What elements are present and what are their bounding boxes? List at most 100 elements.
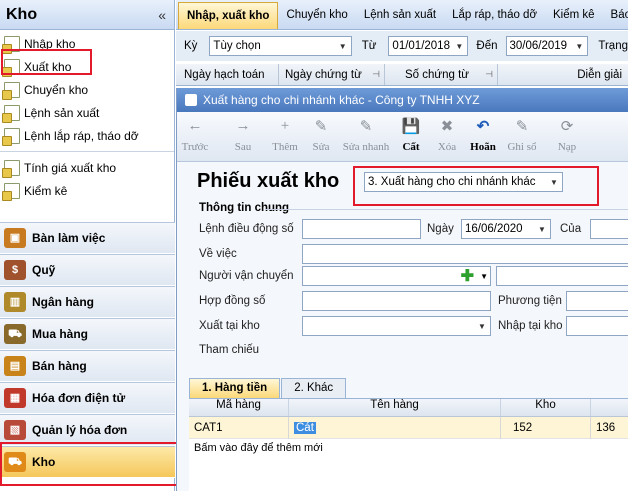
- tu-date[interactable]: 01/01/2018 ▼: [388, 36, 469, 56]
- sidebar-item-tinh-gia[interactable]: Tính giá xuất kho: [0, 156, 174, 179]
- ngay-date[interactable]: 16/06/2020 ▼: [461, 219, 551, 239]
- save-button[interactable]: 💾 Cất: [393, 115, 429, 154]
- ve-viec-input[interactable]: [302, 244, 628, 264]
- detail-tabs: 1. Hàng tiền 2. Khác: [189, 378, 347, 398]
- nguoi-vc-input[interactable]: ✚ ▼: [302, 266, 491, 286]
- pin-icon[interactable]: ⊣: [372, 69, 380, 80]
- page-title: Phiếu xuất kho: [197, 170, 340, 192]
- tab-lenh-san-xuat[interactable]: Lệnh sản xuất: [356, 2, 444, 29]
- arrow-right-icon: →: [235, 117, 251, 134]
- edit-button[interactable]: ✎ Sửa: [303, 115, 339, 154]
- sidebar-item-label: Kiểm kê: [24, 183, 68, 198]
- ky-label: Kỳ: [184, 40, 198, 52]
- ve-viec-label: Về việc: [199, 248, 237, 260]
- tab-hang-tien[interactable]: 1. Hàng tiền: [189, 378, 281, 398]
- cua-input[interactable]: [590, 219, 628, 239]
- table-row[interactable]: CAT1 Cát 152 136: [189, 416, 628, 439]
- floppy-disk-icon: 💾: [401, 118, 421, 135]
- tu-value: 01/01/2018: [392, 40, 450, 52]
- xuat-tai-select[interactable]: ▼: [302, 316, 491, 336]
- tab-lap-rap[interactable]: Lắp ráp, tháo dỡ: [444, 2, 545, 29]
- edit-icon: ✎: [314, 118, 328, 135]
- lenh-input[interactable]: [302, 219, 421, 239]
- module-ban-hang[interactable]: ▤ Bán hàng: [0, 350, 175, 382]
- col-kho[interactable]: Kho: [501, 399, 591, 416]
- undo-button[interactable]: ↶ Hoãn: [465, 115, 501, 154]
- reload-button[interactable]: ⟳ Nạp: [549, 115, 585, 154]
- cell-kho[interactable]: 152: [501, 416, 591, 439]
- add-icon: +: [280, 117, 290, 134]
- undo-icon: ↶: [476, 118, 490, 135]
- sidebar-item-lenh-san-xuat[interactable]: Lệnh sản xuất: [0, 101, 174, 124]
- den-date[interactable]: 30/06/2019 ▼: [505, 36, 589, 56]
- button-label: Sau: [234, 141, 252, 153]
- col-so-chung-tu[interactable]: Số chứng từ ⊣: [385, 64, 498, 85]
- module-label: Quỹ: [32, 263, 56, 277]
- module-hoa-don-dien-tu[interactable]: ▦ Hóa đơn điện tử: [0, 382, 175, 414]
- delete-icon: ✖: [440, 118, 454, 135]
- quick-edit-icon: ✎: [359, 118, 373, 135]
- quick-edit-button[interactable]: ✎ Sửa nhanh: [339, 115, 393, 154]
- prev-button[interactable]: ← Trước: [177, 115, 213, 154]
- nguoi-vc-name-input[interactable]: [496, 266, 628, 286]
- cell-ten-hang[interactable]: Cát: [289, 416, 501, 439]
- tab-chuyen-kho[interactable]: Chuyển kho: [278, 2, 355, 29]
- col-ngay-chung-tu[interactable]: Ngày chứng từ ⊣: [279, 64, 385, 85]
- phuong-tien-input[interactable]: [566, 291, 628, 311]
- module-quy[interactable]: $ Quỹ: [0, 254, 175, 286]
- chevron-down-icon[interactable]: ▼: [480, 272, 488, 281]
- pin-icon[interactable]: ⊣: [485, 69, 493, 80]
- module-tabs: Nhập, xuất kho Chuyển kho Lệnh sản xuất …: [176, 0, 628, 30]
- button-label: Sửa: [312, 141, 330, 153]
- tab-kiem-ke[interactable]: Kiểm kê: [545, 2, 603, 29]
- tab-nhap-xuat-kho[interactable]: Nhập, xuất kho: [178, 2, 279, 29]
- col-ngay-hach-toan[interactable]: Ngày hạch toán: [176, 64, 279, 85]
- nhap-tai-label: Nhập tại kho: [498, 320, 563, 332]
- cell-extra[interactable]: 136: [591, 417, 628, 439]
- collapse-icon[interactable]: «: [158, 7, 166, 23]
- cell-ma-hang[interactable]: CAT1: [189, 416, 289, 439]
- cell-ten-hang-text[interactable]: Cát: [294, 421, 316, 434]
- button-label: Xóa: [437, 141, 457, 153]
- next-button[interactable]: → Sau: [225, 115, 261, 154]
- button-label: Trước: [181, 141, 209, 153]
- add-new-row[interactable]: Bấm vào đây để thêm mới: [189, 439, 628, 457]
- sidebar-header: Kho «: [0, 0, 174, 30]
- module-mua-hang[interactable]: ⛟ Mua hàng: [0, 318, 175, 350]
- sidebar-item-lenh-lap-rap[interactable]: Lệnh lắp ráp, tháo dỡ: [0, 124, 174, 147]
- delete-button[interactable]: ✖ Xóa: [429, 115, 465, 154]
- invoice-manage-icon: ▧: [4, 420, 26, 440]
- tab-bao-cao[interactable]: Báo cá: [603, 2, 628, 29]
- document-icon: [2, 104, 20, 123]
- chevron-down-icon[interactable]: ▼: [474, 317, 490, 335]
- sidebar-item-kiem-ke[interactable]: Kiểm kê: [0, 179, 174, 202]
- add-icon[interactable]: ✚: [461, 266, 474, 286]
- add-button[interactable]: + Thêm: [267, 115, 303, 154]
- chevron-down-icon[interactable]: ▼: [571, 37, 587, 55]
- hop-dong-input[interactable]: [302, 291, 491, 311]
- document-icon: [2, 182, 20, 201]
- col-ten-hang[interactable]: Tên hàng: [289, 399, 501, 416]
- chevron-down-icon[interactable]: ▼: [534, 220, 550, 238]
- document-icon: [2, 159, 20, 178]
- button-label: Hoãn: [470, 141, 496, 153]
- module-list: ▣ Bàn làm việc $ Quỹ ▥ Ngân hàng ⛟ Mua hàng …: [0, 222, 175, 478]
- post-button[interactable]: ✎ Ghi sổ: [501, 115, 543, 154]
- phuong-tien-label: Phương tiện: [498, 295, 562, 307]
- tham-chieu-label: Tham chiếu: [199, 344, 260, 356]
- tab-khac[interactable]: 2. Khác: [281, 378, 347, 398]
- sidebar-item-label: Lệnh lắp ráp, tháo dỡ: [24, 128, 139, 143]
- chevron-down-icon[interactable]: ▼: [451, 37, 467, 55]
- ky-value: Tùy chọn: [213, 40, 261, 52]
- col-dien-giai[interactable]: Diễn giải: [498, 64, 628, 85]
- nhap-tai-input[interactable]: [566, 316, 628, 336]
- module-ban-lam-viec[interactable]: ▣ Bàn làm việc: [0, 222, 175, 254]
- chevron-down-icon[interactable]: ▼: [335, 37, 351, 55]
- col-ma-hang[interactable]: Mã hàng: [189, 399, 289, 416]
- col-extra[interactable]: [591, 399, 628, 416]
- ky-select[interactable]: Tùy chọn ▼: [209, 36, 352, 56]
- module-label: Bàn làm việc: [32, 231, 106, 245]
- module-ngan-hang[interactable]: ▥ Ngân hàng: [0, 286, 175, 318]
- xuat-tai-label: Xuất tại kho: [199, 320, 260, 332]
- sidebar-item-chuyen-kho[interactable]: Chuyển kho: [0, 78, 174, 101]
